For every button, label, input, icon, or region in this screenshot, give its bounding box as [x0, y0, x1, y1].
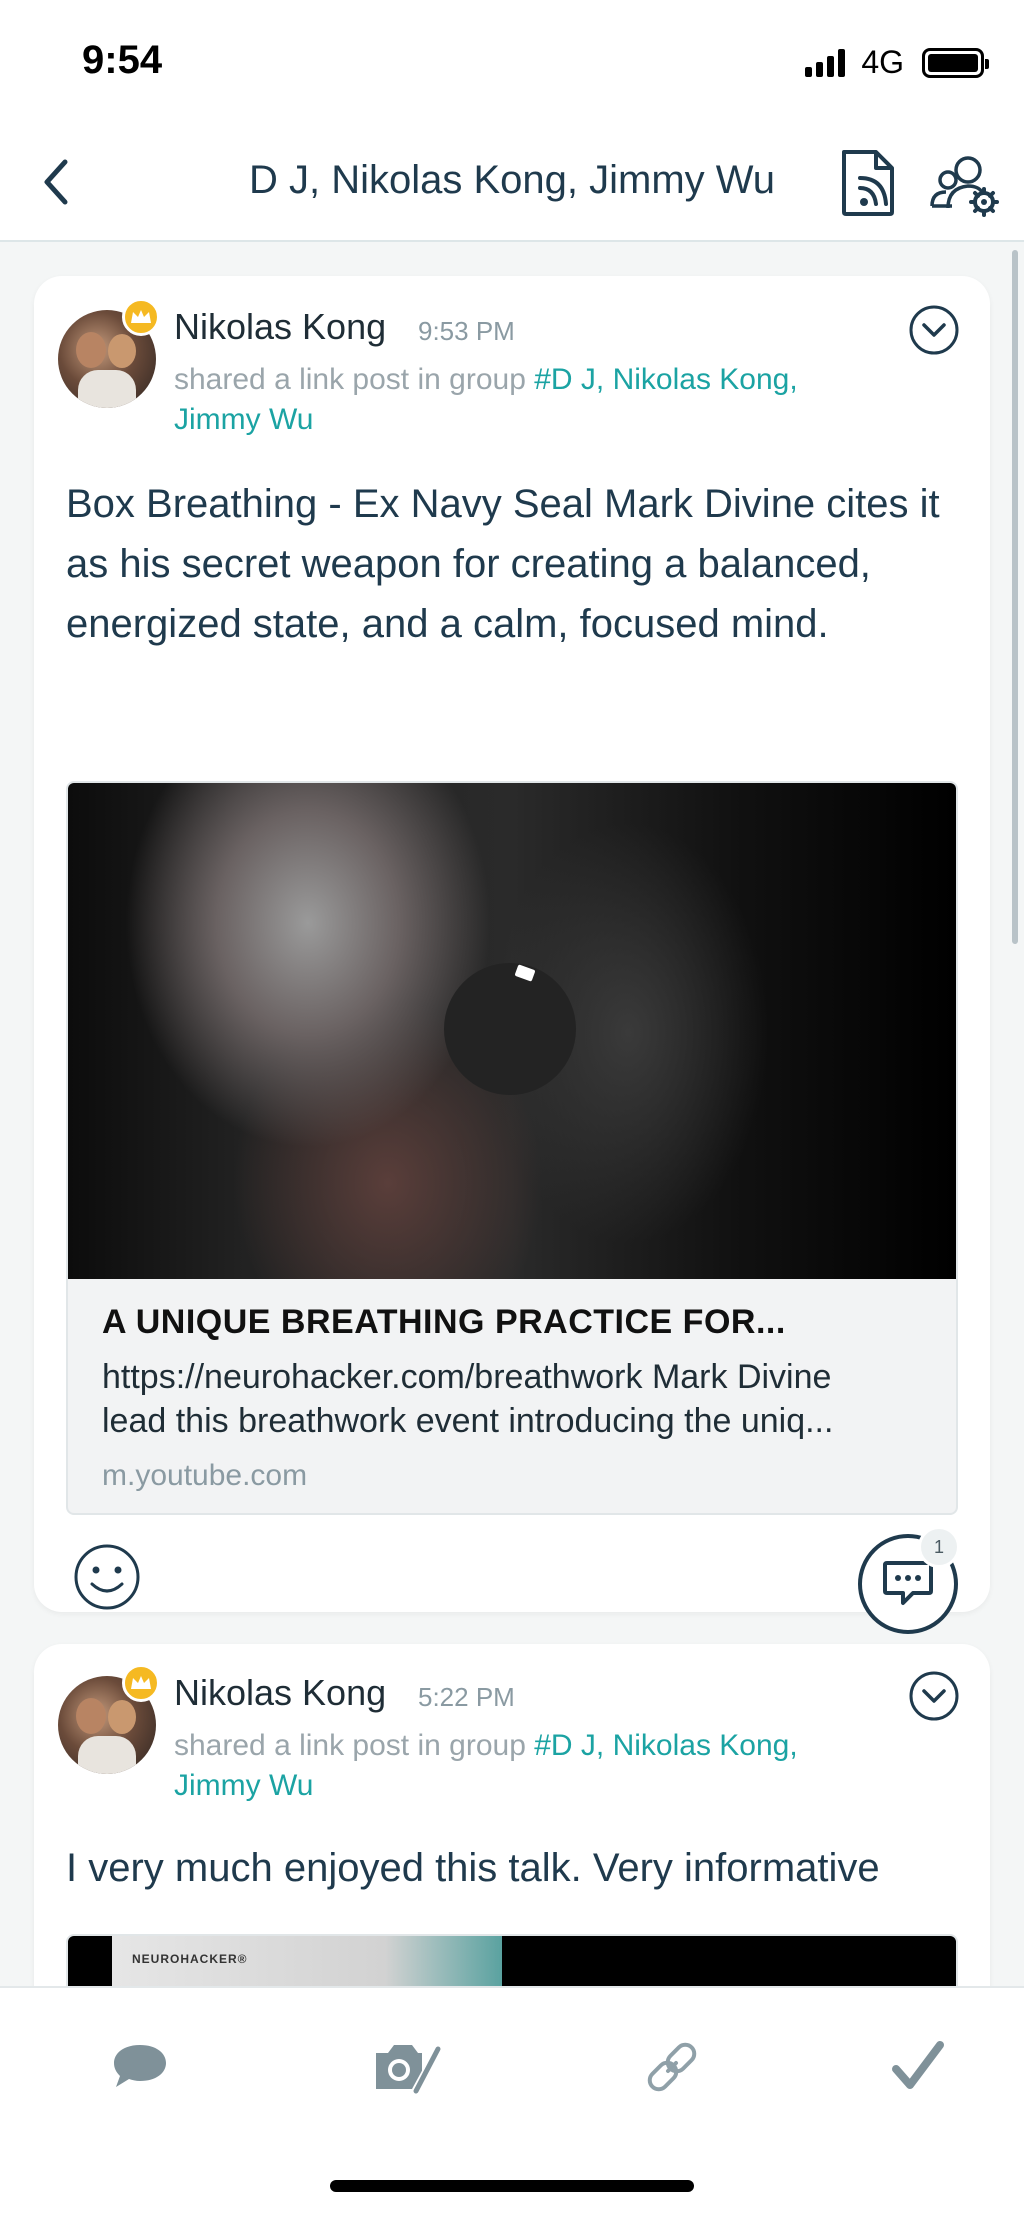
post-time: 5:22 PM [418, 1682, 515, 1712]
link-title: A UNIQUE BREATHING PRACTICE FOR... [102, 1303, 786, 1341]
shared-prefix: shared a link post in group [174, 363, 526, 396]
feed-document-button[interactable] [838, 148, 898, 218]
chat-bubble-icon [883, 1561, 933, 1605]
video-thumbnail[interactable]: NEUROHACKER® [66, 1934, 958, 1986]
shared-prefix: shared a link post in group [174, 1729, 526, 1762]
scrollbar[interactable] [1012, 250, 1018, 944]
link-description-line: https://neurohacker.com/breathwork Mark … [102, 1358, 832, 1396]
link-preview[interactable]: A UNIQUE BREATHING PRACTICE FOR... https… [66, 781, 958, 1515]
done-button[interactable] [878, 2032, 958, 2102]
link-domain: m.youtube.com [102, 1459, 308, 1492]
page-title-text: D J, Nikolas Kong, Jimmy Wu [248, 158, 776, 202]
shared-line: shared a link post in group #D J, Nikola… [174, 360, 814, 440]
nav-bar: D J, Nikolas Kong, Jimmy Wu [0, 130, 1024, 242]
author-name[interactable]: Nikolas Kong [174, 1672, 386, 1714]
link-icon [647, 2042, 697, 2092]
post-card: Nikolas Kong 5:22 PM shared a link post … [34, 1644, 990, 1986]
users-gear-icon [930, 156, 999, 217]
status-time: 9:54 [82, 38, 163, 82]
signal-icon [805, 48, 846, 77]
smiley-icon [74, 1544, 140, 1610]
photo-post-button[interactable] [368, 2032, 448, 2102]
comment-count-badge: 1 [918, 1526, 960, 1568]
thumbnail-image: NEUROHACKER® [112, 1936, 502, 1986]
post-card: Nikolas Kong 9:53 PM shared a link post … [34, 276, 990, 1634]
status-bar: 9:54 4G [0, 0, 1024, 130]
chevron-down-icon [909, 1671, 959, 1721]
video-thumbnail[interactable] [68, 783, 956, 1279]
home-indicator[interactable] [330, 2180, 694, 2192]
check-icon [892, 2041, 944, 2089]
post-time: 9:53 PM [418, 316, 515, 346]
loading-spinner [444, 963, 576, 1095]
post-feed[interactable]: Nikolas Kong 9:53 PM shared a link post … [0, 244, 1024, 1986]
camera-edit-icon [376, 2044, 444, 2094]
chat-icon [114, 2045, 166, 2087]
link-description: https://neurohacker.com/breathwork Mark … [102, 1355, 932, 1443]
author-name[interactable]: Nikolas Kong [174, 306, 386, 348]
rss-document-icon [842, 150, 894, 216]
link-description-line: lead this breathwork event introducing t… [102, 1402, 834, 1440]
network-label: 4G [861, 44, 904, 80]
reaction-button[interactable] [72, 1542, 142, 1612]
shared-line: shared a link post in group #D J, Nikola… [174, 1726, 814, 1806]
group-settings-button[interactable] [930, 152, 1000, 218]
link-post-button[interactable] [632, 2032, 712, 2102]
post-menu-button[interactable] [908, 1670, 960, 1722]
post-menu-button[interactable] [908, 304, 960, 356]
post-text: I very much enjoyed this talk. Very info… [66, 1846, 880, 1890]
status-indicators: 4G [805, 44, 989, 81]
new-message-button[interactable] [100, 2032, 180, 2102]
crown-icon [122, 1664, 160, 1702]
chevron-down-icon [909, 305, 959, 355]
battery-icon [922, 47, 989, 78]
crown-icon [122, 298, 160, 336]
post-text: Box Breathing - Ex Navy Seal Mark Divine… [66, 482, 940, 646]
neurohacker-logo: NEUROHACKER® [132, 1952, 248, 1966]
